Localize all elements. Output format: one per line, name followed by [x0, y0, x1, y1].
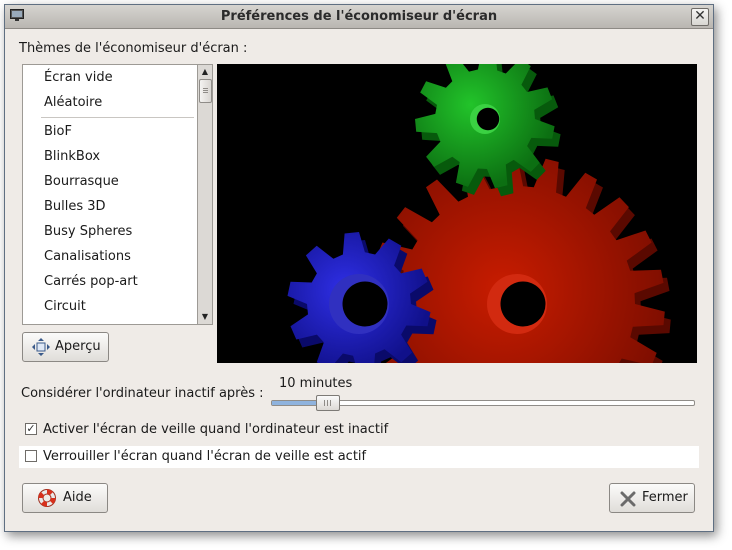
theme-list[interactable]: Écran vide Aléatoire BioF BlinkBox Bourr…: [22, 64, 199, 325]
theme-item-blank[interactable]: Écran vide: [44, 65, 113, 90]
slider-handle[interactable]: [316, 395, 340, 411]
lock-screen-label: Verrouiller l'écran quand l'écran de vei…: [43, 449, 367, 464]
screensaver-preferences-window: Préférences de l'économiseur d'écran ✕ T…: [4, 4, 714, 532]
close-button[interactable]: Fermer: [609, 483, 695, 513]
gears-preview-graphic: [287, 64, 671, 363]
lifebuoy-icon: [38, 489, 56, 507]
green-gear-hole: [476, 107, 500, 131]
close-window-button[interactable]: ✕: [691, 8, 709, 26]
lock-screen-option[interactable]: Verrouiller l'écran quand l'écran de vei…: [19, 446, 699, 468]
theme-item[interactable]: BioF: [44, 119, 72, 144]
theme-item[interactable]: Bourrasque: [44, 169, 119, 194]
preview-button[interactable]: Aperçu: [22, 332, 109, 362]
screensaver-preview: [217, 64, 697, 363]
theme-item[interactable]: Carrés pop-art: [44, 269, 138, 294]
scroll-down-arrow-icon[interactable]: ▼: [199, 311, 211, 323]
theme-item-random[interactable]: Aléatoire: [44, 90, 102, 115]
green-gear: [415, 64, 561, 197]
preview-button-label: Aperçu: [55, 339, 101, 354]
theme-item[interactable]: Circuit: [44, 294, 86, 319]
x-close-icon: [620, 491, 636, 507]
scroll-up-arrow-icon[interactable]: ▲: [199, 66, 211, 78]
idle-delay-value: 10 minutes: [279, 376, 353, 391]
help-button[interactable]: Aide: [22, 483, 108, 513]
theme-list-scrollbar[interactable]: ▲ ▼: [197, 64, 213, 325]
idle-delay-label: Considérer l'ordinateur inactif après :: [21, 386, 264, 401]
slider-fill: [272, 401, 320, 405]
activate-screensaver-label: Activer l'écran de veille quand l'ordina…: [43, 422, 389, 437]
scrollbar-thumb[interactable]: [199, 79, 212, 103]
themes-label: Thèmes de l'économiseur d'écran :: [19, 41, 248, 56]
idle-delay-slider[interactable]: [271, 395, 695, 411]
title-bar[interactable]: Préférences de l'économiseur d'écran ✕: [5, 5, 713, 29]
activate-screensaver-option[interactable]: ✓ Activer l'écran de veille quand l'ordi…: [19, 419, 699, 441]
activate-screensaver-checkbox[interactable]: ✓: [25, 423, 37, 435]
help-button-label: Aide: [63, 490, 92, 505]
close-button-label: Fermer: [642, 490, 688, 505]
theme-item[interactable]: Busy Spheres: [44, 219, 132, 244]
theme-item[interactable]: BlinkBox: [44, 144, 100, 169]
window-title: Préférences de l'économiseur d'écran: [220, 9, 498, 24]
theme-list-separator: [41, 117, 194, 118]
red-gear-hole: [500, 281, 546, 327]
blue-gear-hole: [342, 281, 388, 327]
theme-item[interactable]: Canalisations: [44, 244, 131, 269]
lock-screen-checkbox[interactable]: [25, 450, 37, 462]
fullscreen-arrows-icon: [32, 338, 50, 356]
theme-item[interactable]: Bulles 3D: [44, 194, 106, 219]
